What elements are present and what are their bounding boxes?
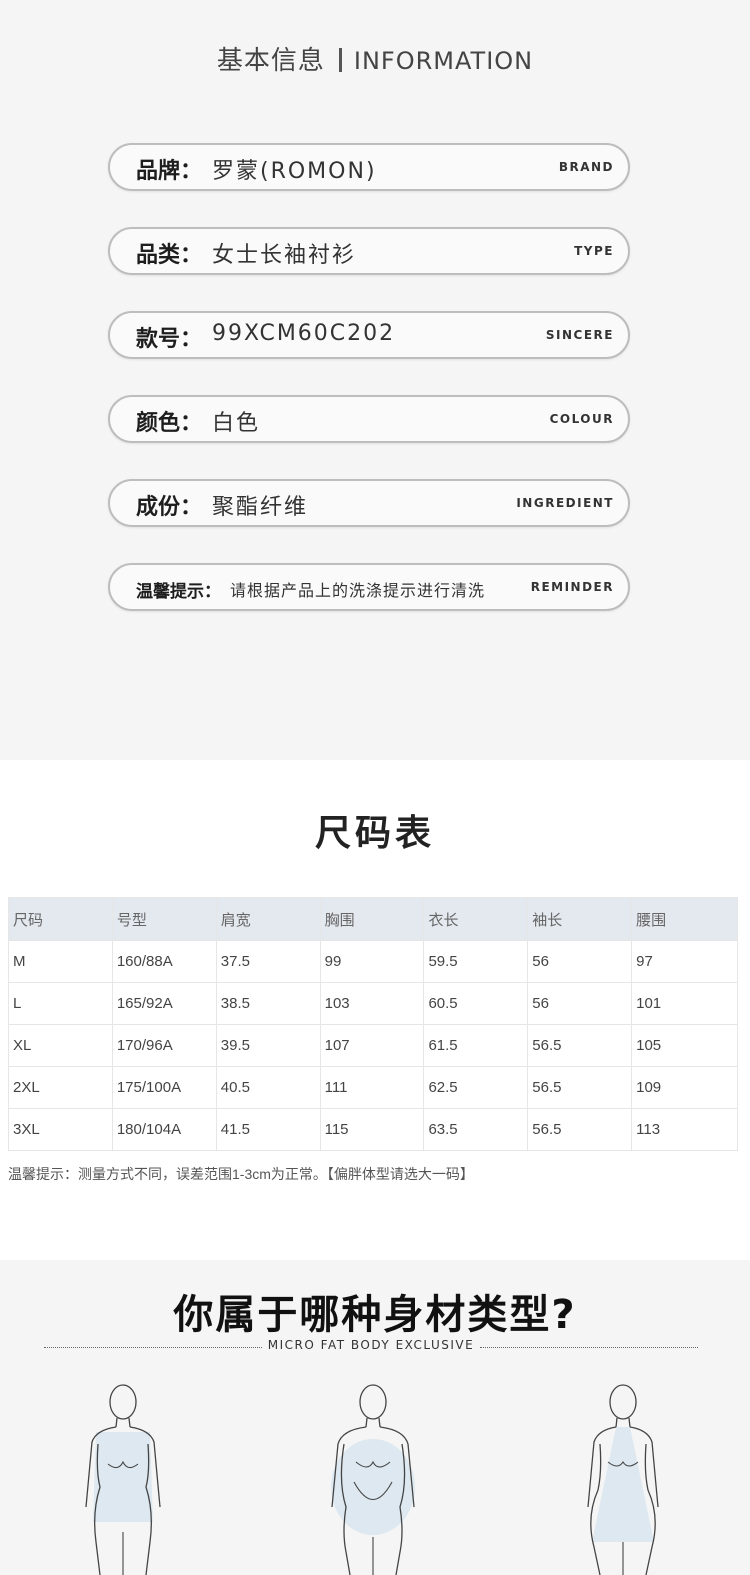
dotted-divider-right [480,1347,698,1348]
header-cell: 胸围 [319,897,425,941]
info-en-label: COLOUR [549,412,614,426]
body-type-title: 你属于哪种身材类型? [173,1292,577,1338]
info-row-ingredient: 成份： 聚酯纤维 INGREDIENT [108,479,630,527]
table-cell: 59.5 [423,940,529,983]
table-cell: 160/88A [111,940,217,983]
table-cell: 56.5 [527,1108,633,1151]
size-table: 尺码 号型 肩宽 胸围 衣长 袖长 腰围 M 160/88A 37.5 99 5… [8,897,738,1151]
information-title-zh: 基本信息 [216,46,325,76]
table-cell: 170/96A [111,1024,217,1067]
info-value: 99XCM60C202 [212,321,396,346]
info-label: 颜色： [136,411,203,436]
table-cell: L [8,982,113,1025]
table-cell: 165/92A [111,982,217,1025]
table-cell: 175/100A [111,1066,217,1109]
table-cell: 105 [631,1024,738,1067]
info-en-label: INGREDIENT [516,496,614,510]
table-cell: 101 [631,982,738,1025]
table-cell: 40.5 [215,1066,321,1109]
info-value: 聚酯纤维 [212,495,309,520]
info-label: 款号： [136,327,203,352]
table-cell: 99 [319,940,425,983]
info-row-colour: 颜色： 白色 COLOUR [108,395,630,443]
table-cell: 56 [527,982,633,1025]
table-cell: 111 [319,1066,425,1109]
table-row: 2XL 175/100A 40.5 111 62.5 56.5 109 [8,1066,738,1109]
info-row-reminder: 温馨提示： 请根据产品上的洗涤提示进行清洗 REMINDER [108,563,630,611]
table-cell: 107 [319,1024,425,1067]
info-row-brand: 品牌： 罗蒙(ROMON) BRAND [108,143,630,191]
table-cell: 56.5 [527,1066,633,1109]
info-en-label: SINCERE [545,328,614,342]
table-row: 3XL 180/104A 41.5 115 63.5 56.5 113 [8,1108,738,1151]
table-cell: 62.5 [423,1066,529,1109]
info-label: 成份： [136,495,203,520]
body-figure-slim-illustration [85,1384,161,1575]
table-row: L 165/92A 38.5 103 60.5 56 101 [8,982,738,1025]
table-row: M 160/88A 37.5 99 59.5 56 97 [8,940,738,983]
table-cell: 113 [631,1108,738,1151]
header-cell: 衣长 [423,897,529,941]
table-row: XL 170/96A 39.5 107 61.5 56.5 105 [8,1024,738,1067]
info-row-type: 品类： 女士长袖衬衫 TYPE [108,227,630,275]
title-divider [338,48,342,72]
body-figure-pear-illustration [587,1384,659,1575]
header-cell: 肩宽 [215,897,321,941]
information-section: 基本信息 INFORMATION 品牌： 罗蒙(ROMON) BRAND 品类： … [0,0,750,760]
size-chart-section: 尺码表 尺码 号型 肩宽 胸围 衣长 袖长 腰围 M 160/88A 37.5 … [0,760,750,1260]
header-cell: 袖长 [527,897,633,941]
table-cell: 56.5 [527,1024,633,1067]
table-cell: 180/104A [111,1108,217,1151]
table-cell: 3XL [8,1108,113,1151]
header-cell: 号型 [111,897,217,941]
information-title-en: INFORMATION [353,47,534,75]
table-cell: 115 [319,1108,425,1151]
table-cell: 2XL [8,1066,113,1109]
size-chart-note: 温馨提示：测量方式不同，误差范围1-3cm为正常。【偏胖体型请选大一码】 [8,1166,474,1182]
info-en-label: REMINDER [530,580,614,594]
body-type-subtitle: MICRO FAT BODY EXCLUSIVE [44,1338,698,1358]
info-value: 女士长袖衬衫 [212,243,357,268]
info-label: 品类： [136,243,203,268]
header-cell: 腰围 [631,897,738,941]
info-value: 罗蒙(ROMON) [212,159,377,184]
table-cell: 63.5 [423,1108,529,1151]
info-en-label: TYPE [574,244,614,258]
info-value: 白色 [212,411,261,436]
table-cell: 37.5 [215,940,321,983]
info-label: 品牌： [136,159,203,184]
body-type-section: 你属于哪种身材类型? MICRO FAT BODY EXCLUSIVE [0,1260,750,1575]
info-en-label: BRAND [558,160,614,174]
table-cell: XL [8,1024,113,1067]
table-cell: 39.5 [215,1024,321,1067]
table-cell: 103 [319,982,425,1025]
table-cell: 41.5 [215,1108,321,1151]
table-cell: 97 [631,940,738,983]
table-cell: 61.5 [423,1024,529,1067]
table-cell: 56 [527,940,633,983]
info-row-style-number: 款号： 99XCM60C202 SINCERE [108,311,630,359]
table-cell: M [8,940,113,983]
size-chart-title: 尺码表 [314,813,435,854]
header-cell: 尺码 [8,897,113,941]
table-cell: 38.5 [215,982,321,1025]
table-cell: 109 [631,1066,738,1109]
body-type-subtitle-text: MICRO FAT BODY EXCLUSIVE [267,1338,475,1352]
info-label: 温馨提示： [136,582,221,602]
information-heading: 基本信息 INFORMATION [0,40,750,77]
info-value: 请根据产品上的洗涤提示进行清洗 [230,581,486,600]
table-header-row: 尺码 号型 肩宽 胸围 衣长 袖长 腰围 [8,897,738,941]
body-figure-round-illustration [331,1384,415,1575]
table-cell: 60.5 [423,982,529,1025]
